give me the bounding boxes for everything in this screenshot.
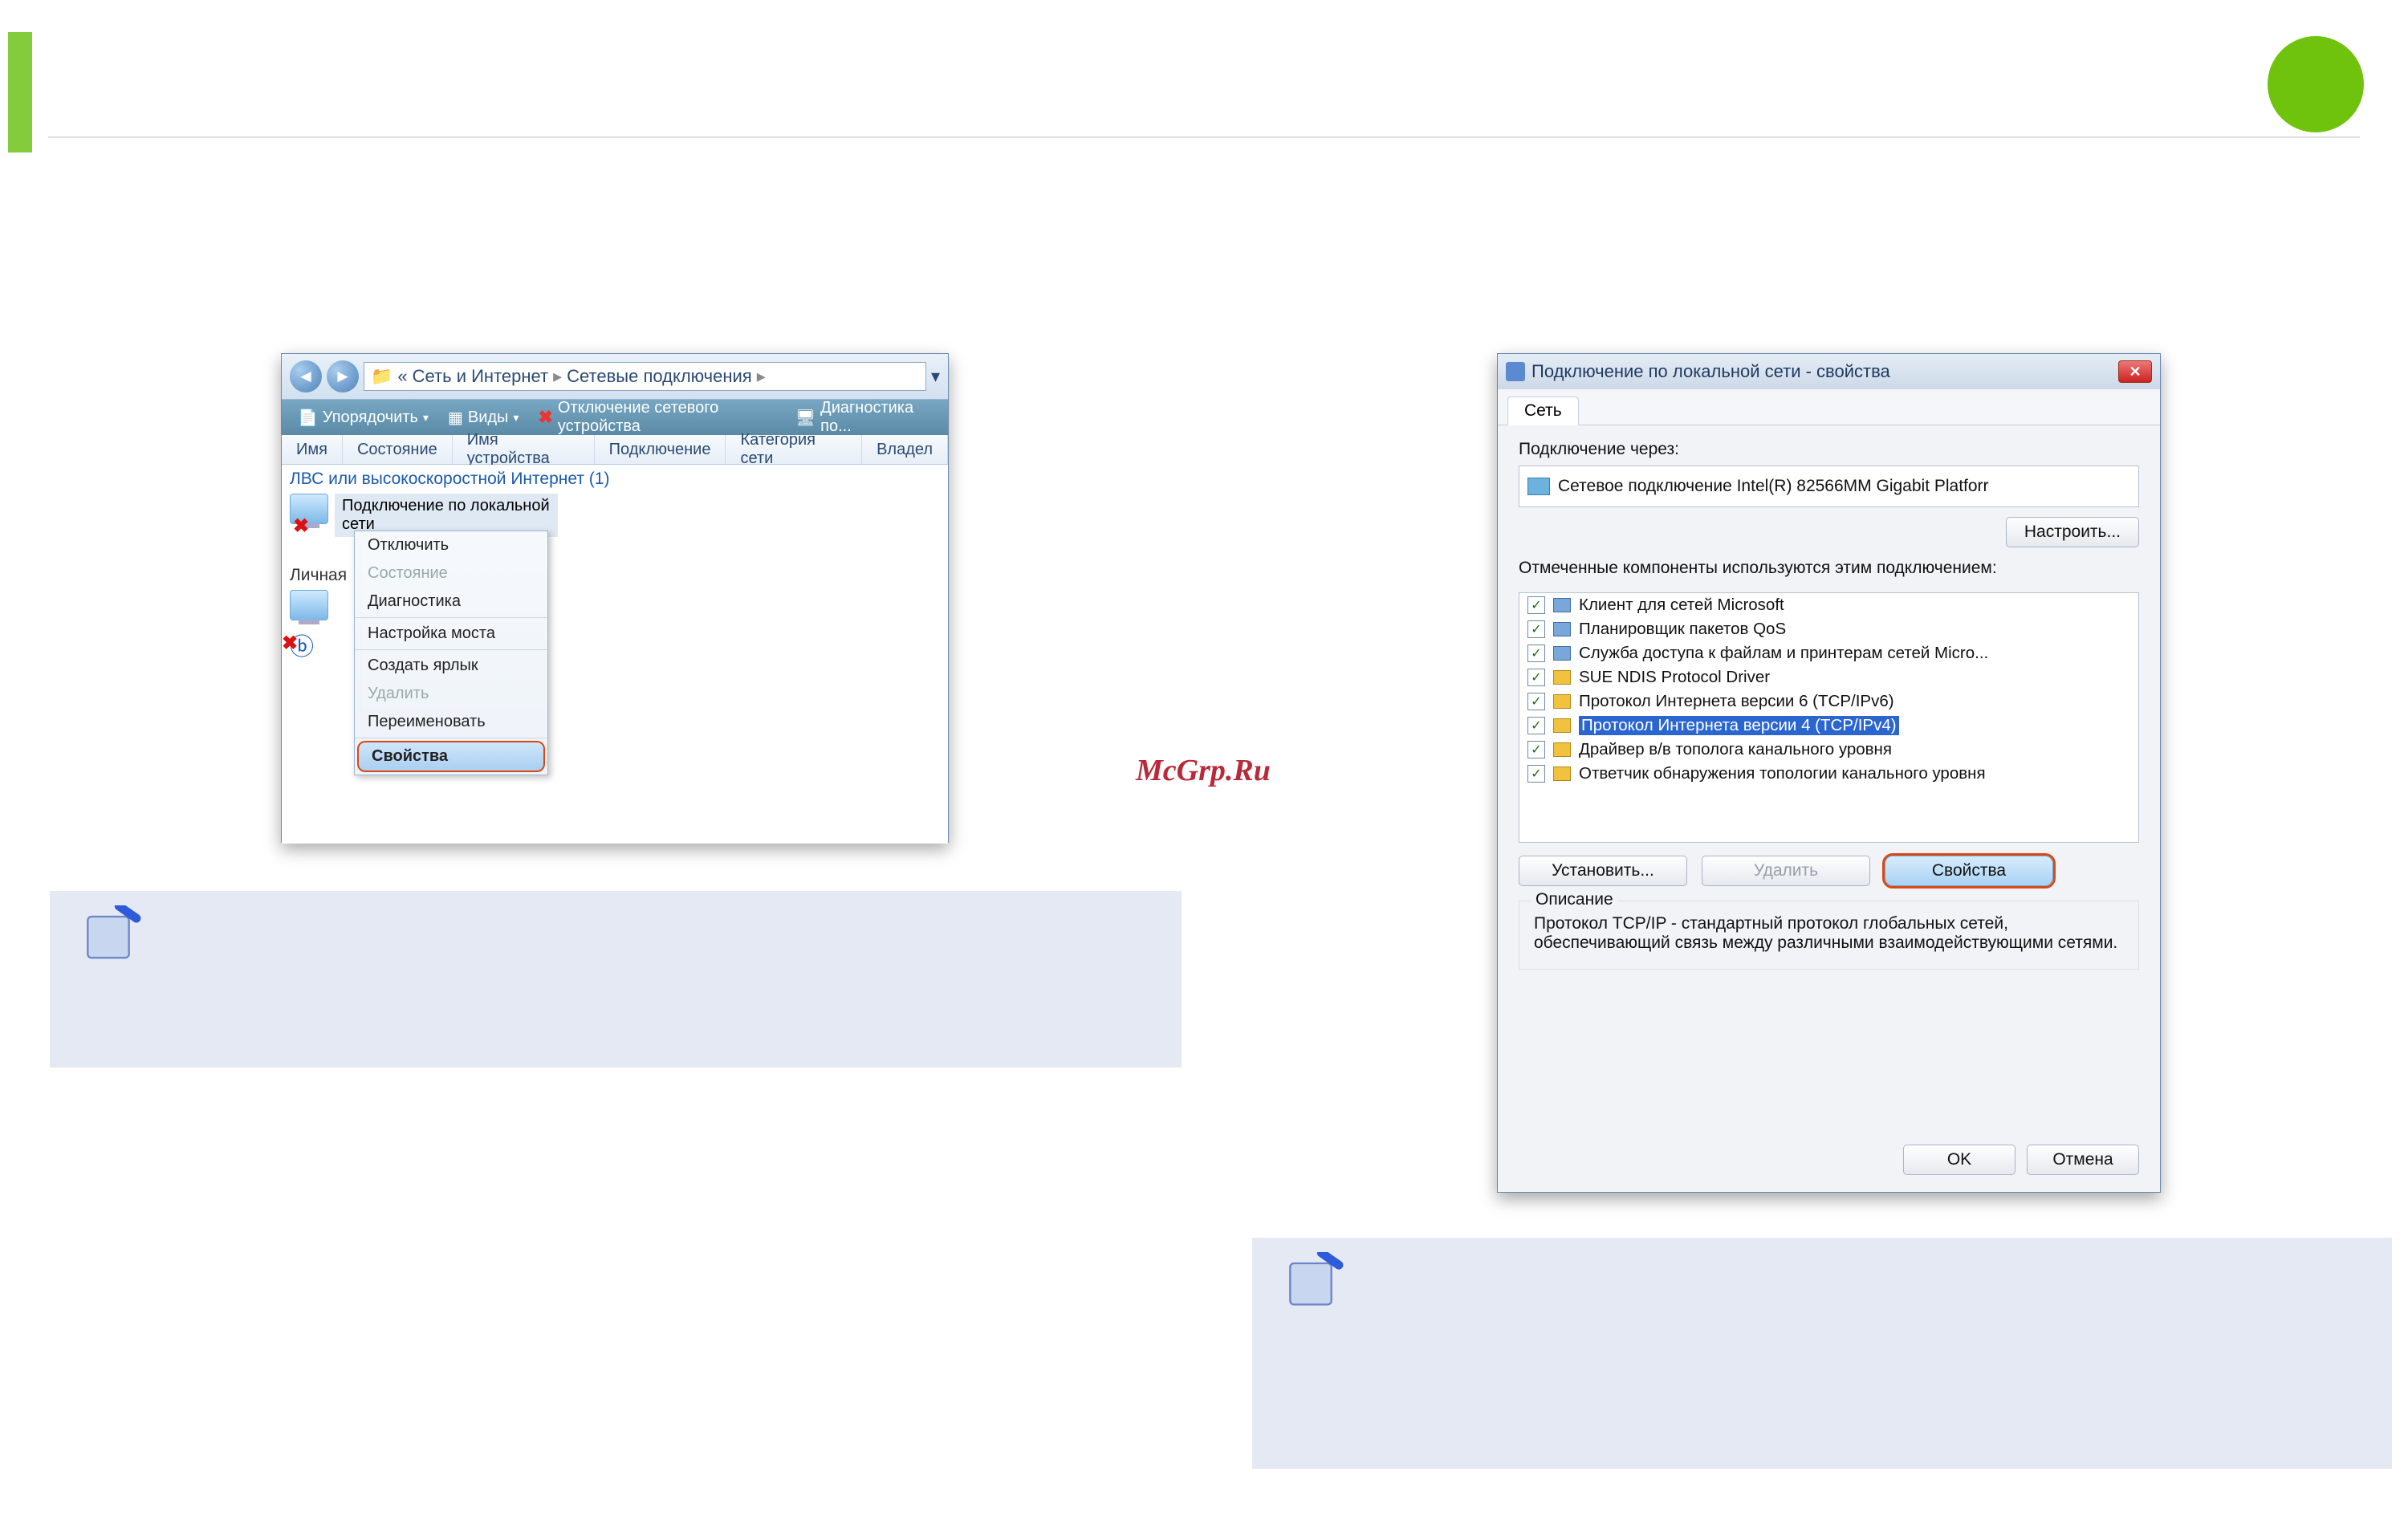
note-box-2 — [1252, 1238, 2392, 1469]
connect-using-label: Подключение через: — [1519, 440, 2139, 459]
checkbox-icon[interactable]: ✓ — [1527, 596, 1545, 614]
ctx-bridge[interactable]: Настройка моста — [355, 620, 547, 648]
nav-bar: ◄ ► 📁 « Сеть и Интернет ▸ Сетевые подклю… — [282, 354, 948, 400]
tab-strip: Сеть — [1498, 389, 2160, 425]
close-button[interactable]: ✕ — [2118, 360, 2152, 383]
col-status[interactable]: Состояние — [343, 435, 453, 464]
explorer-window: ◄ ► 📁 « Сеть и Интернет ▸ Сетевые подклю… — [281, 353, 949, 843]
uninstall-button: Удалить — [1702, 856, 1870, 886]
ctx-properties[interactable]: Свойства — [357, 741, 545, 772]
client-icon — [1553, 598, 1571, 612]
col-category[interactable]: Категория сети — [726, 435, 862, 464]
description-text: Протокол TCP/IP - стандартный протокол г… — [1534, 914, 2124, 953]
forward-button[interactable]: ► — [327, 360, 359, 392]
page: McGrp.Ru ◄ ► 📁 « Сеть и Интернет ▸ Сетев… — [0, 0, 2408, 1525]
address-bar[interactable]: 📁 « Сеть и Интернет ▸ Сетевые подключени… — [364, 362, 926, 391]
dialog-titlebar: Подключение по локальной сети - свойства… — [1498, 354, 2160, 389]
checkbox-icon[interactable]: ✓ — [1527, 693, 1545, 710]
col-name[interactable]: Имя — [282, 435, 343, 464]
component-row[interactable]: ✓SUE NDIS Protocol Driver — [1519, 665, 2138, 689]
ctx-status: Состояние — [355, 559, 547, 588]
cancel-button[interactable]: Отмена — [2027, 1145, 2139, 1175]
note-icon — [82, 905, 146, 962]
accent-circle — [2268, 36, 2364, 132]
protocol-icon — [1553, 694, 1571, 709]
protocol-icon — [1553, 767, 1571, 781]
service-icon — [1553, 622, 1571, 636]
adapter-field: Сетевое подключение Intel(R) 82566MM Gig… — [1519, 466, 2139, 507]
top-rule — [48, 136, 2360, 138]
tab-network[interactable]: Сеть — [1507, 396, 1579, 425]
dialog-title: Подключение по локальной сети - свойства — [1531, 361, 1890, 382]
back-button[interactable]: ◄ — [290, 360, 322, 392]
ctx-rename[interactable]: Переименовать — [355, 708, 547, 736]
explorer-toolbar: 📄Упорядочить▾ ▦Виды▾ ✖Отключение сетевог… — [282, 400, 948, 435]
views-button[interactable]: ▦Виды▾ — [440, 405, 527, 431]
component-row[interactable]: ✓Клиент для сетей Microsoft — [1519, 593, 2138, 617]
checkbox-icon[interactable]: ✓ — [1527, 717, 1545, 734]
protocol-icon — [1553, 742, 1571, 757]
service-icon — [1553, 646, 1571, 661]
ctx-shortcut[interactable]: Создать ярлык — [355, 652, 547, 680]
component-row[interactable]: ✓Драйвер в/в тополога канального уровня — [1519, 738, 2138, 762]
organize-button[interactable]: 📄Упорядочить▾ — [290, 405, 437, 431]
protocol-icon — [1553, 670, 1571, 685]
crumb-sep-2: ▸ — [757, 366, 766, 387]
components-label: Отмеченные компоненты используются этим … — [1519, 559, 2139, 578]
components-list[interactable]: ✓Клиент для сетей Microsoft ✓Планировщик… — [1519, 592, 2139, 843]
crumb-1[interactable]: Сеть и Интернет — [413, 366, 548, 387]
ctx-disable[interactable]: Отключить — [355, 531, 547, 559]
properties-dialog: Подключение по локальной сети - свойства… — [1497, 353, 2161, 1193]
group-header: ЛВС или высокоскоростной Интернет (1) — [282, 465, 948, 494]
component-row[interactable]: ✓Протокол Интернета версии 6 (TCP/IPv6) — [1519, 689, 2138, 714]
crumb-sep: ▸ — [553, 366, 562, 387]
checkbox-icon[interactable]: ✓ — [1527, 620, 1545, 638]
explorer-body: ЛВС или высокоскоростной Интернет (1) ✖ … — [282, 465, 948, 844]
folder-icon: 📁 — [371, 366, 393, 387]
col-connectivity[interactable]: Подключение — [595, 435, 726, 464]
checkbox-icon[interactable]: ✓ — [1527, 645, 1545, 662]
component-row-selected[interactable]: ✓Протокол Интернета версии 4 (TCP/IPv4) — [1519, 714, 2138, 738]
ctx-delete: Удалить — [355, 680, 547, 708]
component-row[interactable]: ✓Ответчик обнаружения топологии канально… — [1519, 762, 2138, 786]
column-headers: Имя Состояние Имя устройства Подключение… — [282, 435, 948, 465]
note-icon — [1284, 1252, 1348, 1308]
col-device[interactable]: Имя устройства — [453, 435, 595, 464]
component-row[interactable]: ✓Служба доступа к файлам и принтерам сет… — [1519, 641, 2138, 665]
ctx-sep-1 — [355, 617, 547, 618]
dialog-icon — [1506, 362, 1525, 381]
adapter-name: Сетевое подключение Intel(R) 82566MM Gig… — [1558, 477, 1989, 496]
monitor-icon — [290, 590, 328, 620]
protocol-icon — [1553, 718, 1571, 733]
checkbox-icon[interactable]: ✓ — [1527, 741, 1545, 758]
description-group: Описание Протокол TCP/IP - стандартный п… — [1519, 901, 2139, 970]
component-row[interactable]: ✓Планировщик пакетов QoS — [1519, 617, 2138, 641]
dropdown-icon[interactable]: ▾ — [931, 366, 940, 387]
dialog-buttons: OK Отмена — [1519, 1130, 2139, 1175]
description-legend: Описание — [1531, 890, 1618, 909]
checkbox-icon[interactable]: ✓ — [1527, 669, 1545, 686]
note-box-1 — [50, 891, 1182, 1068]
ok-button[interactable]: OK — [1903, 1145, 2015, 1175]
checkbox-icon[interactable]: ✓ — [1527, 765, 1545, 783]
properties-button[interactable]: Свойства — [1885, 856, 2053, 886]
watermark: McGrp.Ru — [1136, 753, 1271, 788]
install-button[interactable]: Установить... — [1519, 856, 1687, 886]
ctx-diagnose[interactable]: Диагностика — [355, 588, 547, 616]
col-owner[interactable]: Владел — [862, 435, 948, 464]
accent-bar — [8, 32, 32, 152]
ctx-sep-2 — [355, 649, 547, 650]
error-x-icon: ✖ — [293, 514, 309, 538]
crumb-2[interactable]: Сетевые подключения — [567, 366, 752, 387]
error-x-icon-2: ✖ — [282, 632, 298, 655]
context-menu: Отключить Состояние Диагностика Настройк… — [354, 531, 548, 775]
crumb-prefix: « — [397, 366, 407, 387]
nic-icon — [1527, 478, 1550, 495]
component-buttons: Установить... Удалить Свойства — [1519, 856, 2139, 886]
dialog-body: Подключение через: Сетевое подключение I… — [1498, 425, 2160, 1190]
configure-button[interactable]: Настроить... — [2006, 517, 2139, 547]
